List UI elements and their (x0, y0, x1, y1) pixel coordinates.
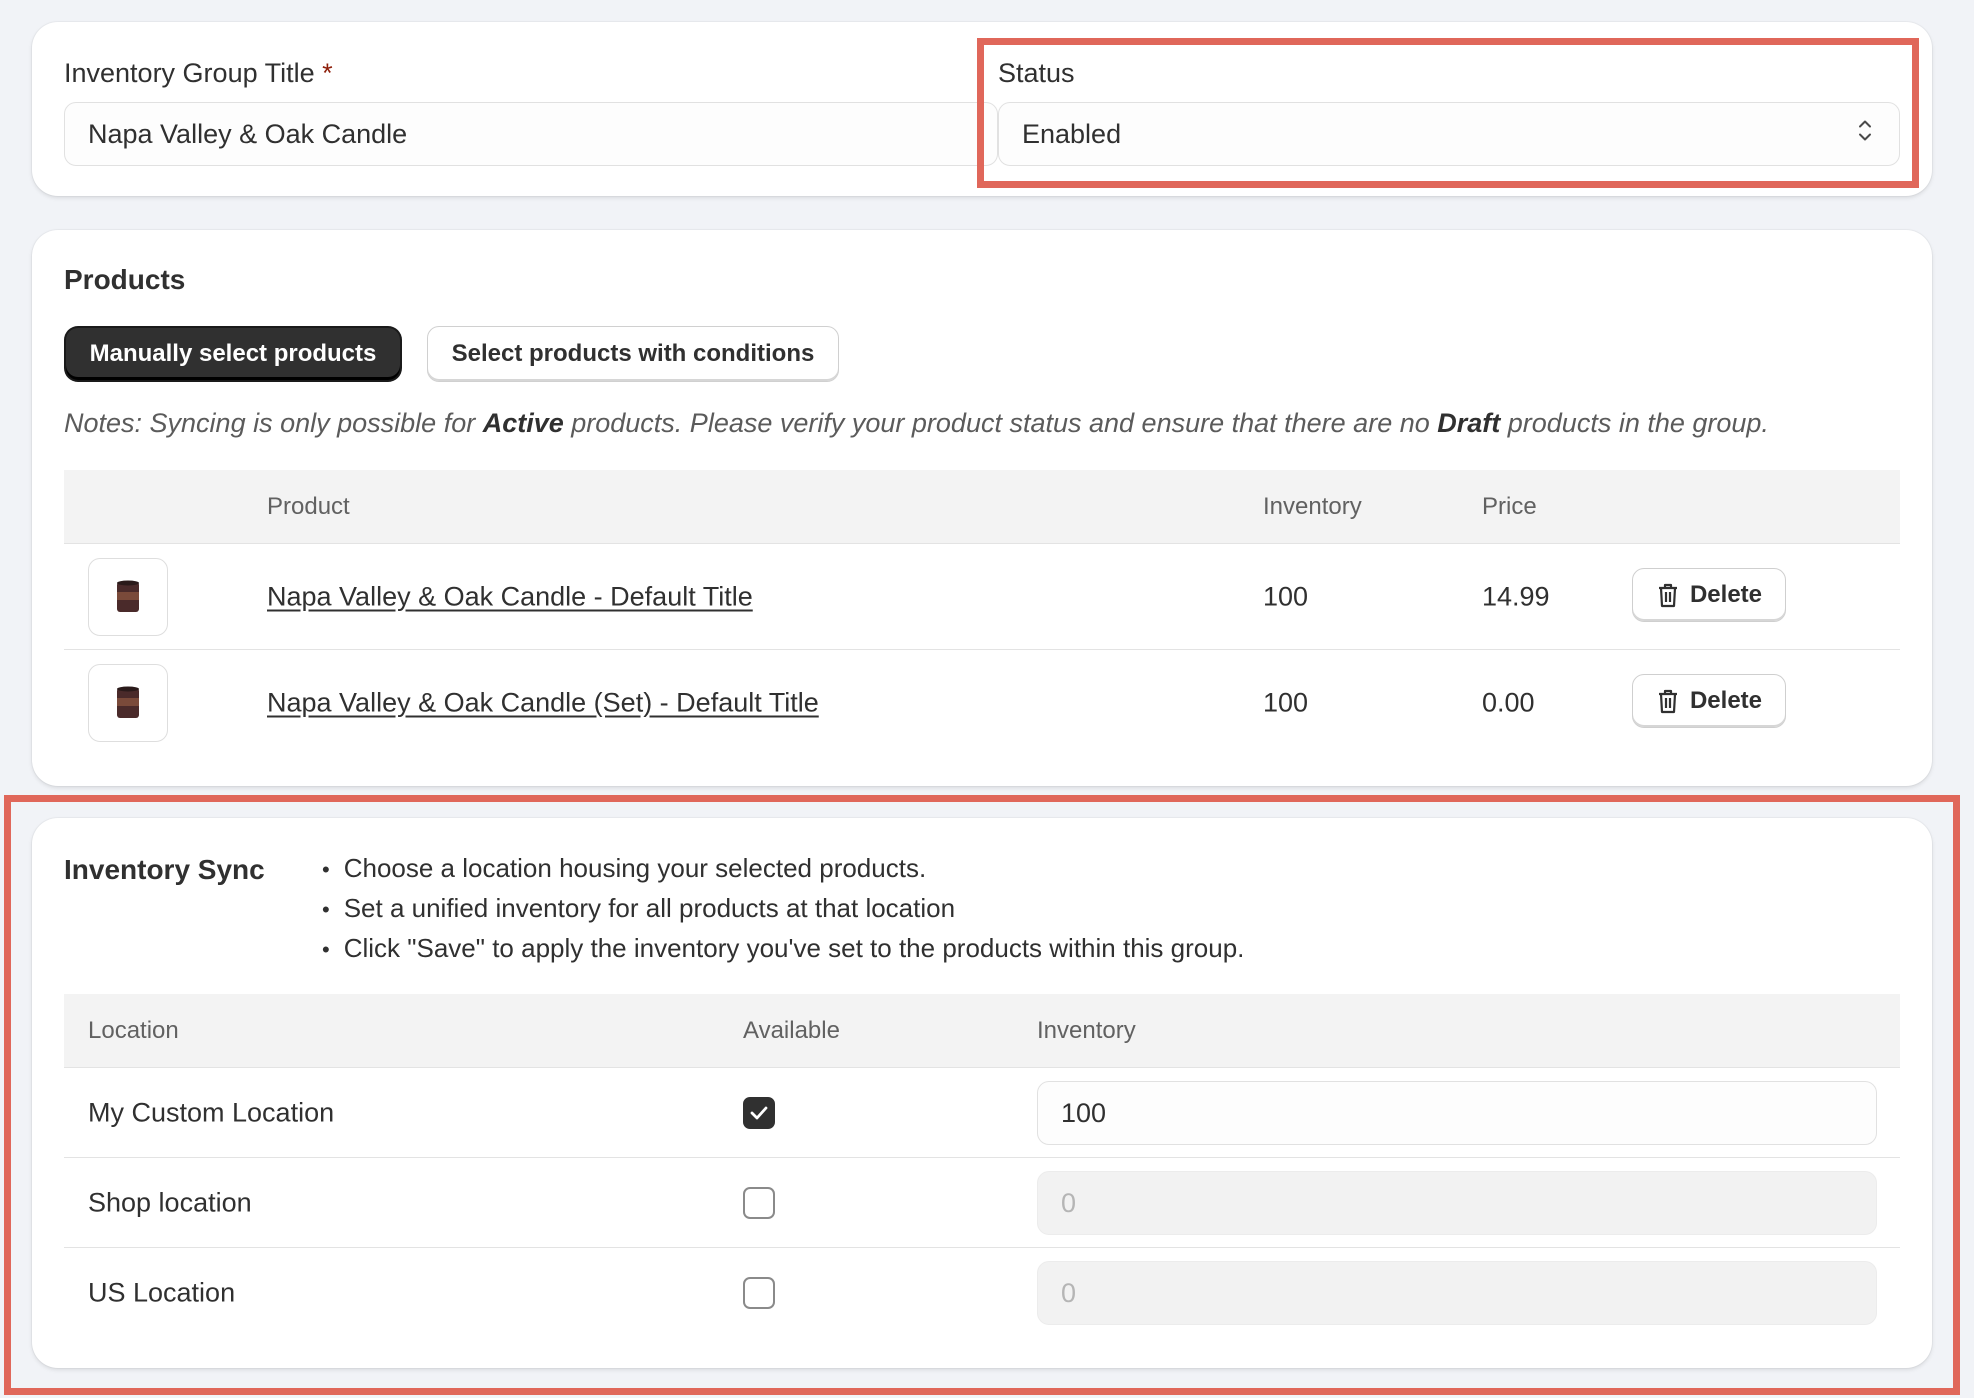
product-inventory: 100 (1263, 581, 1309, 611)
inventory-sync-heading: Inventory Sync (64, 854, 265, 885)
product-thumbnail (88, 664, 168, 742)
products-table-header: Product Inventory Price (64, 470, 1900, 544)
col-inventory: Inventory (1263, 492, 1362, 520)
table-row: Shop location 0 (64, 1158, 1900, 1248)
location-name: My Custom Location (88, 1097, 335, 1127)
delete-button[interactable]: Delete (1632, 674, 1786, 728)
group-title-value: Napa Valley & Oak Candle (88, 118, 408, 149)
col-price: Price (1482, 492, 1537, 520)
select-arrows-icon (1857, 117, 1873, 152)
candle-icon (117, 580, 139, 612)
candle-icon (117, 686, 139, 718)
location-inventory-value: 0 (1061, 1187, 1077, 1218)
table-row: Napa Valley & Oak Candle - Default Title… (64, 544, 1900, 650)
location-inventory-input: 0 (1037, 1261, 1877, 1325)
trash-icon (1658, 689, 1677, 714)
status-select[interactable]: Enabled (998, 102, 1900, 166)
product-price: 14.99 (1482, 581, 1550, 611)
instruction-item: Set a unified inventory for all products… (322, 888, 1244, 928)
col-available: Available (743, 1016, 840, 1044)
available-checkbox[interactable] (743, 1277, 775, 1309)
delete-label: Delete (1689, 581, 1763, 608)
locations-table-header: Location Available Inventory (64, 994, 1900, 1068)
status-label: Status (998, 58, 1075, 88)
available-checkbox[interactable] (743, 1097, 775, 1129)
delete-label: Delete (1689, 687, 1763, 714)
products-heading: Products (64, 264, 186, 295)
table-row: Napa Valley & Oak Candle (Set) - Default… (64, 650, 1900, 756)
location-inventory-value: 0 (1061, 1277, 1077, 1308)
location-name: US Location (88, 1277, 236, 1308)
location-inventory-input[interactable]: 100 (1037, 1081, 1877, 1145)
col-location: Location (88, 1016, 179, 1044)
required-mark: * (322, 58, 333, 88)
product-price: 0.00 (1482, 687, 1535, 718)
sync-notes: Notes: Syncing is only possible for Acti… (64, 408, 1769, 438)
product-link[interactable]: Napa Valley & Oak Candle - Default Title (267, 581, 753, 612)
col-product: Product (267, 492, 350, 520)
product-inventory: 100 (1263, 687, 1309, 718)
location-inventory-value: 100 (1061, 1097, 1107, 1128)
check-icon (750, 1106, 768, 1120)
table-row: US Location 0 (64, 1248, 1900, 1338)
instruction-item: Click "Save" to apply the inventory you'… (322, 928, 1245, 968)
manual-select-button[interactable]: Manually select products (66, 328, 400, 380)
group-title-input[interactable]: Napa Valley & Oak Candle (64, 102, 998, 166)
table-row: My Custom Location 100 (64, 1068, 1900, 1158)
conditions-select-button[interactable]: Select products with conditions (427, 326, 839, 382)
location-inventory-input: 0 (1037, 1171, 1877, 1235)
instruction-item: Choose a location housing your selected … (322, 848, 1244, 888)
location-name: Shop location (88, 1187, 252, 1217)
sync-instructions: Choose a location housing your selected … (322, 848, 1245, 968)
products-card: Products Manually select products Select… (32, 230, 1932, 786)
group-title-label: Inventory Group Title * (64, 58, 333, 88)
product-link[interactable]: Napa Valley & Oak Candle (Set) - Default… (267, 688, 819, 719)
inventory-sync-card: Inventory Sync Choose a location housing… (32, 818, 1932, 1368)
product-thumbnail (88, 558, 168, 636)
trash-icon (1658, 583, 1677, 608)
group-settings-card: Inventory Group Title * Napa Valley & Oa… (32, 22, 1932, 196)
col-location-inventory: Inventory (1037, 1016, 1136, 1044)
available-checkbox[interactable] (743, 1187, 775, 1219)
status-value: Enabled (1022, 118, 1122, 149)
delete-button[interactable]: Delete (1632, 568, 1786, 622)
